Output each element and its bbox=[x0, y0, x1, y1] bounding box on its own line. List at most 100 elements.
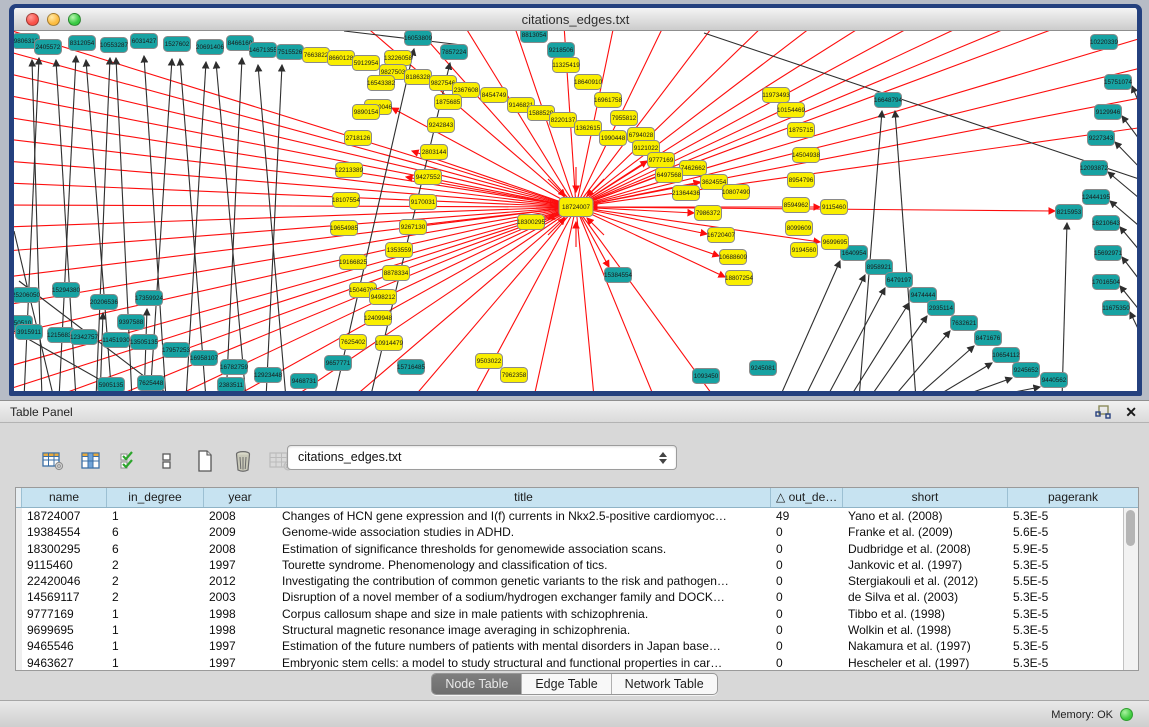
network-window[interactable]: citations_edges.txt 18724007183002959806… bbox=[9, 4, 1142, 396]
minimize-window-button[interactable] bbox=[47, 13, 60, 26]
node-label: 11675350 bbox=[1102, 305, 1130, 312]
node-label: 11325419 bbox=[552, 62, 580, 69]
table-select-value: citations_edges.txt bbox=[298, 450, 402, 464]
zoom-window-button[interactable] bbox=[68, 13, 81, 26]
dropdown-stepper-icon bbox=[657, 449, 668, 467]
network-edge bbox=[216, 62, 246, 391]
delete-icon[interactable] bbox=[230, 448, 256, 474]
column-header-year[interactable]: year bbox=[204, 488, 277, 507]
node-label: 9474444 bbox=[911, 292, 936, 299]
table-select-dropdown[interactable]: citations_edges.txt bbox=[287, 445, 677, 470]
cell: 0 bbox=[771, 557, 843, 573]
node-label: 7962358 bbox=[502, 372, 527, 379]
cell: 2 bbox=[107, 557, 204, 573]
rows-icon[interactable] bbox=[154, 448, 180, 474]
node-label: 1362615 bbox=[576, 125, 601, 132]
tab-network-table[interactable]: Network Table bbox=[612, 674, 717, 694]
network-canvas[interactable]: 1872400718300295980631224055728312054105… bbox=[14, 31, 1137, 391]
node-label: 9657771 bbox=[326, 360, 351, 367]
table-row[interactable]: 1938455462009Genome-wide association stu… bbox=[16, 524, 1123, 540]
close-window-button[interactable] bbox=[26, 13, 39, 26]
cell: 6 bbox=[107, 524, 204, 540]
node-label: 9427552 bbox=[416, 174, 441, 181]
node-label: 10914479 bbox=[375, 340, 404, 347]
cell: 14569117 bbox=[22, 589, 107, 605]
node-label: 9503022 bbox=[477, 358, 502, 365]
network-edge bbox=[14, 139, 576, 207]
node-label: 7955812 bbox=[612, 115, 637, 122]
node-label: 7462662 bbox=[681, 165, 706, 172]
column-header-out_de[interactable]: △ out_de… bbox=[771, 488, 843, 507]
table-row[interactable]: 977716911998Corpus callosum shape and si… bbox=[16, 606, 1123, 622]
tab-edge-table[interactable]: Edge Table bbox=[522, 674, 611, 694]
node-label: 5912954 bbox=[354, 60, 379, 67]
table-panel-header: Table Panel ✕ bbox=[0, 401, 1149, 423]
node-label: 9699695 bbox=[823, 239, 848, 246]
cell: de Silva et al. (2003) bbox=[843, 589, 1008, 605]
cell: Corpus callosum shape and size in male p… bbox=[277, 606, 771, 622]
column-header-short[interactable]: short bbox=[843, 488, 1008, 507]
table-row[interactable]: 946362711997Embryonic stem cells: a mode… bbox=[16, 655, 1123, 671]
node-label: 3915911 bbox=[17, 329, 42, 336]
table-row[interactable]: 1872400712008Changes of HCN gene express… bbox=[16, 508, 1123, 524]
cell: 0 bbox=[771, 541, 843, 557]
network-graph[interactable]: 1872400718300295980631224055728312054105… bbox=[14, 31, 1137, 391]
table-row[interactable]: 969969511998Structural magnetic resonanc… bbox=[16, 622, 1123, 638]
float-panel-icon[interactable] bbox=[1095, 405, 1111, 419]
network-edge bbox=[1132, 86, 1137, 117]
window-titlebar[interactable]: citations_edges.txt bbox=[14, 8, 1137, 31]
new-table-icon[interactable] bbox=[192, 448, 218, 474]
cell: 5.9E-5 bbox=[1008, 541, 1123, 557]
node-label: 8454749 bbox=[482, 92, 507, 99]
node-label: 12342757 bbox=[70, 334, 99, 341]
cell: 5.3E-5 bbox=[1008, 655, 1123, 671]
memory-status-label: Memory: OK bbox=[1051, 709, 1113, 721]
node-label: 12923448 bbox=[254, 372, 283, 379]
cell: 1 bbox=[107, 606, 204, 622]
node-label: 15716485 bbox=[397, 364, 426, 371]
table-options-icon[interactable] bbox=[40, 448, 66, 474]
node-label: 8099609 bbox=[787, 225, 812, 232]
table-row[interactable]: 911546021997Tourette syndrome. Phenomeno… bbox=[16, 557, 1123, 573]
network-edge bbox=[576, 31, 1064, 207]
node-label: 6031427 bbox=[132, 38, 157, 45]
tab-node-table[interactable]: Node Table bbox=[432, 674, 522, 694]
node-label: 6794028 bbox=[629, 132, 654, 139]
select-columns-icon[interactable] bbox=[78, 448, 104, 474]
node-label: 19654985 bbox=[330, 225, 359, 232]
node-label: 7632621 bbox=[952, 320, 977, 327]
node-label: 3624554 bbox=[702, 179, 727, 186]
column-header-pagerank[interactable]: pagerank bbox=[1008, 488, 1138, 507]
cell: Franke et al. (2009) bbox=[843, 524, 1008, 540]
cell: Investigating the contribution of common… bbox=[277, 573, 771, 589]
column-header-in_degree[interactable]: in_degree bbox=[107, 488, 204, 507]
column-header-title[interactable]: title bbox=[277, 488, 771, 507]
network-edge bbox=[576, 31, 614, 207]
select-all-icon[interactable] bbox=[116, 448, 142, 474]
node-label: 8312054 bbox=[70, 40, 95, 47]
node-label: 9245652 bbox=[1014, 367, 1039, 374]
scrollbar-thumb[interactable] bbox=[1126, 510, 1135, 546]
node-label: 8958921 bbox=[867, 264, 892, 271]
table-row[interactable]: 2242004622012Investigating the contribut… bbox=[16, 573, 1123, 589]
node-label: 5905135 bbox=[99, 382, 124, 389]
table-row[interactable]: 946554611997Estimation of the future num… bbox=[16, 638, 1123, 654]
column-header-name[interactable]: name bbox=[22, 488, 107, 507]
node-label: 17016504 bbox=[1092, 279, 1121, 286]
node-label: 9890154 bbox=[354, 109, 379, 116]
cell: Embryonic stem cells: a model to study s… bbox=[277, 655, 771, 671]
node-label: 17359924 bbox=[135, 295, 164, 302]
table-vertical-scrollbar[interactable] bbox=[1123, 508, 1138, 670]
network-edge bbox=[849, 303, 909, 391]
node-label: 6479197 bbox=[887, 277, 912, 284]
cell: 1998 bbox=[204, 606, 277, 622]
node-label: 18300295 bbox=[517, 219, 546, 226]
close-panel-icon[interactable]: ✕ bbox=[1125, 403, 1137, 421]
cell: Tourette syndrome. Phenomenology and cla… bbox=[277, 557, 771, 573]
node-label: 9121022 bbox=[634, 145, 659, 152]
node-label: 8466160 bbox=[228, 40, 253, 47]
node-label: 7625402 bbox=[341, 339, 366, 346]
table-row[interactable]: 1830029562008Estimation of significance … bbox=[16, 541, 1123, 557]
table-row[interactable]: 1456911722003Disruption of a novel membe… bbox=[16, 589, 1123, 605]
cell: 22420046 bbox=[22, 573, 107, 589]
